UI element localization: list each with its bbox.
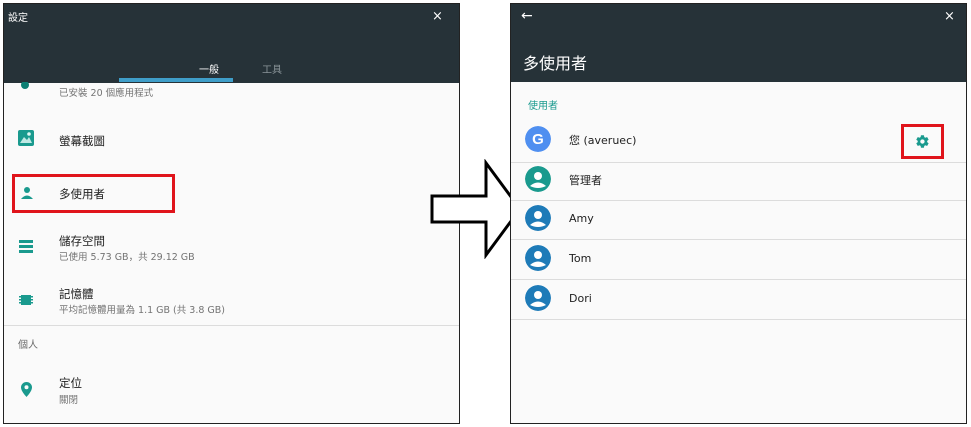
divider (511, 162, 966, 163)
location-subtitle: 關閉 (59, 395, 79, 406)
divider (4, 325, 459, 326)
storage-icon (19, 240, 33, 253)
divider (511, 239, 966, 240)
apps-subtitle: 已安裝 20 個應用程式 (59, 88, 154, 99)
svg-text:G: G (532, 131, 544, 148)
location-pin-icon (21, 382, 32, 397)
person-avatar-icon (525, 166, 551, 192)
person-avatar-icon (525, 245, 551, 271)
page-title: 多使用者 (523, 54, 588, 73)
image-icon (18, 130, 34, 146)
gear-icon[interactable] (915, 134, 930, 149)
storage-subtitle: 已使用 5.73 GB，共 29.12 GB (59, 252, 195, 263)
highlight-box (12, 174, 175, 213)
section-personal: 個人 (18, 340, 38, 351)
tab-indicator (119, 78, 233, 82)
close-icon[interactable]: × (432, 10, 443, 23)
memory-icon (19, 295, 33, 305)
memory-subtitle: 平均記憶體用量為 1.1 GB (共 3.8 GB) (59, 305, 225, 316)
storage-label: 儲存空間 (59, 234, 105, 248)
screenshot-label: 螢幕截圖 (59, 134, 105, 148)
tab-tools[interactable]: 工具 (262, 61, 282, 76)
google-avatar-icon: G (525, 126, 551, 152)
close-icon[interactable]: × (944, 10, 955, 23)
settings-header: 設定 × 一般 工具 (4, 4, 459, 83)
divider (511, 200, 966, 201)
settings-panel: 設定 × 一般 工具 已安裝 20 個應用程式 螢幕截圖 多使用者 儲存空間 已… (3, 3, 460, 424)
arrow-right-icon (430, 159, 522, 259)
user-name: Dori (569, 292, 592, 305)
person-avatar-icon (525, 285, 551, 311)
multi-users-panel: ← × 多使用者 使用者 G 您 (averuec) 管理者 Amy Tom D… (510, 3, 967, 424)
location-label: 定位 (59, 376, 82, 390)
person-avatar-icon (525, 205, 551, 231)
settings-title: 設定 (8, 13, 28, 24)
multi-users-header: ← × 多使用者 (511, 4, 966, 82)
user-name: 管理者 (569, 174, 602, 187)
back-arrow-icon[interactable]: ← (521, 8, 533, 24)
users-subheader: 使用者 (528, 101, 558, 112)
user-name: Tom (569, 252, 592, 265)
user-name: Amy (569, 212, 594, 225)
tab-general[interactable]: 一般 (199, 61, 219, 76)
divider (511, 319, 966, 320)
user-name: 您 (averuec) (569, 134, 637, 147)
app-icon (21, 82, 29, 89)
divider (511, 279, 966, 280)
memory-label: 記憶體 (59, 287, 94, 301)
